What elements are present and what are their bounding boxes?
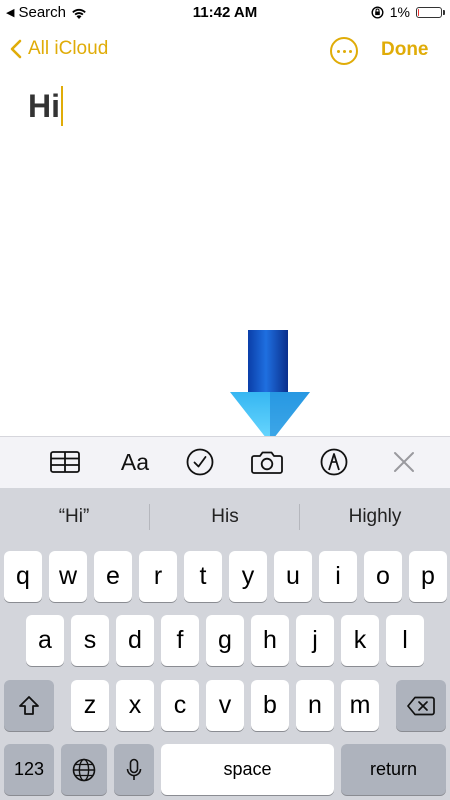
checklist-button[interactable] (185, 447, 215, 477)
globe-icon (72, 758, 96, 781)
key-x[interactable]: x (116, 680, 154, 731)
status-right: 1% (371, 4, 445, 20)
key-b[interactable]: b (251, 680, 289, 731)
key-q[interactable]: q (4, 551, 42, 602)
key-f[interactable]: f (161, 615, 199, 666)
key-n[interactable]: n (296, 680, 334, 731)
table-button[interactable] (49, 447, 81, 477)
battery-fill (418, 8, 420, 16)
nav-bar: All iCloud Done (0, 30, 450, 74)
microphone-icon (126, 758, 142, 780)
close-toolbar-button[interactable] (391, 447, 417, 477)
key-m[interactable]: m (341, 680, 379, 731)
chevron-left-icon (10, 39, 22, 59)
dictation-key[interactable] (114, 744, 154, 795)
checklist-icon (186, 448, 214, 476)
key-y[interactable]: y (229, 551, 267, 602)
more-options-button[interactable] (330, 37, 358, 65)
orientation-lock-icon (371, 5, 384, 19)
format-icon: Aa (120, 448, 150, 475)
space-key[interactable]: space (161, 744, 334, 795)
dot-icon (336, 49, 340, 53)
close-icon (394, 452, 414, 472)
markup-icon (320, 448, 348, 476)
key-l[interactable]: l (386, 615, 424, 666)
key-i[interactable]: i (319, 551, 357, 602)
key-d[interactable]: d (116, 615, 154, 666)
suggestion-item[interactable]: Highly (301, 488, 449, 546)
numbers-key[interactable]: 123 (4, 744, 54, 795)
status-bar: ◀ Search 11:42 AM 1% (0, 0, 450, 26)
key-u[interactable]: u (274, 551, 312, 602)
key-g[interactable]: g (206, 615, 244, 666)
key-h[interactable]: h (251, 615, 289, 666)
key-p[interactable]: p (409, 551, 447, 602)
backspace-key[interactable] (396, 680, 446, 731)
key-j[interactable]: j (296, 615, 334, 666)
note-editor[interactable]: Hi (0, 80, 450, 443)
camera-button[interactable] (250, 447, 284, 477)
key-c[interactable]: c (161, 680, 199, 731)
dot-icon (348, 49, 352, 53)
dot-icon (342, 49, 346, 53)
formatting-toolbar: Aa (0, 436, 450, 489)
done-button[interactable]: Done (381, 39, 429, 61)
key-o[interactable]: o (364, 551, 402, 602)
shift-icon (19, 695, 39, 715)
camera-icon (251, 451, 283, 474)
text-caret (61, 86, 63, 126)
key-t[interactable]: t (184, 551, 222, 602)
suggestion-divider (149, 504, 150, 530)
backspace-icon (407, 696, 435, 715)
shift-key[interactable] (4, 680, 54, 731)
back-label: All iCloud (28, 38, 109, 59)
battery-percent: 1% (389, 4, 410, 20)
key-z[interactable]: z (71, 680, 109, 731)
all-icloud-back-button[interactable]: All iCloud (10, 38, 108, 60)
key-w[interactable]: w (49, 551, 87, 602)
suggestion-item[interactable]: “Hi” (0, 488, 148, 546)
format-button[interactable]: Aa (116, 447, 154, 477)
table-icon (50, 451, 80, 473)
key-a[interactable]: a (26, 615, 64, 666)
suggestion-item[interactable]: His (151, 488, 299, 546)
keyboard: “Hi” His Highly q w e r t y u i o p a s … (0, 488, 450, 800)
globe-key[interactable] (61, 744, 107, 795)
return-key[interactable]: return (341, 744, 446, 795)
arrow-down-annotation-icon (230, 330, 310, 443)
key-k[interactable]: k (341, 615, 379, 666)
predictive-suggestions: “Hi” His Highly (0, 488, 450, 546)
key-e[interactable]: e (94, 551, 132, 602)
markup-button[interactable] (319, 447, 349, 477)
key-s[interactable]: s (71, 615, 109, 666)
note-title-text: Hi (28, 88, 60, 124)
suggestion-divider (299, 504, 300, 530)
key-v[interactable]: v (206, 680, 244, 731)
key-r[interactable]: r (139, 551, 177, 602)
battery-icon (416, 6, 445, 18)
